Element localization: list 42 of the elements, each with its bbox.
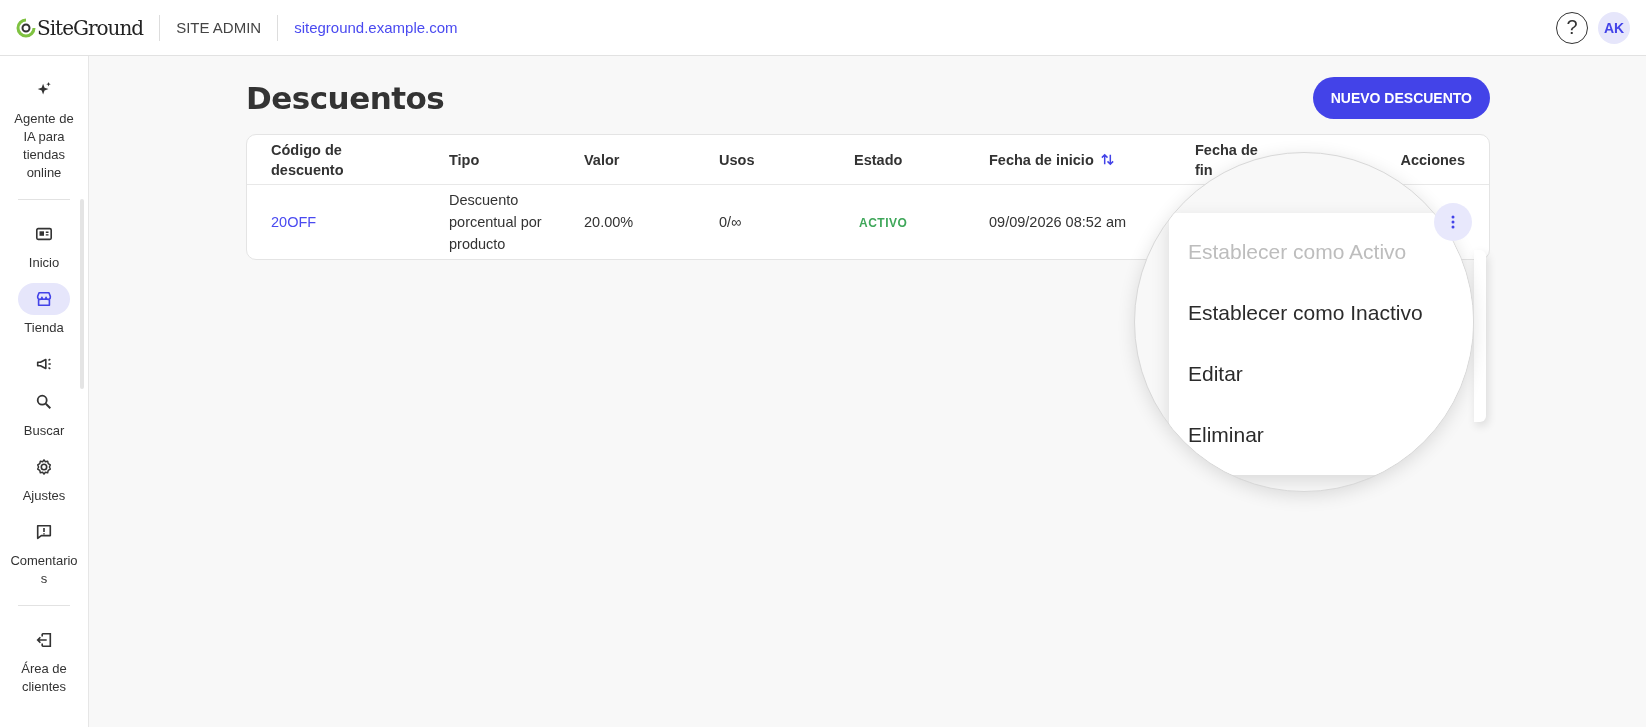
table-cell-text: Descuento porcentual por producto	[449, 191, 543, 254]
discount-code-link[interactable]: 20OFF	[271, 214, 317, 230]
status-label: ACTIVO	[859, 215, 908, 230]
sidebar-item[interactable]	[18, 283, 70, 315]
column-header: Estado	[854, 150, 903, 170]
settings-icon	[35, 458, 53, 476]
column-header[interactable]: Fecha de inicio	[989, 149, 1094, 170]
section-title: SITE ADMIN	[176, 19, 262, 36]
site-link[interactable]: siteground.example.com	[294, 19, 458, 36]
menu-item[interactable]: Eliminar	[1188, 404, 1264, 465]
avatar-button[interactable]: AK	[1598, 11, 1630, 44]
column-header: Código de descuento	[271, 140, 345, 180]
feedback-icon	[35, 523, 53, 541]
table-cell-text: 0/∞	[719, 213, 742, 232]
logo-icon	[16, 17, 36, 38]
column-header: Valor	[584, 150, 620, 170]
help-button[interactable]: ?	[1556, 11, 1588, 44]
sidebar-label[interactable]: Buscar	[23, 422, 65, 440]
page-title: Descuentos	[246, 80, 445, 116]
table-cell-text: 20.00%	[584, 213, 634, 232]
search-icon	[35, 393, 53, 411]
new-discount-button[interactable]: NUEVO DESCUENTO	[1312, 77, 1490, 119]
column-header: Tipo	[449, 150, 480, 170]
column-header: Acciones	[1400, 150, 1465, 170]
menu-item: Establecer como Activo	[1188, 239, 1407, 265]
store-icon	[35, 290, 53, 308]
menu-item[interactable]: Editar	[1188, 343, 1243, 404]
menu-item[interactable]: Establecer como Inactivo	[1188, 282, 1423, 343]
sidebar-label[interactable]: Agente de IA para tiendas online	[9, 110, 79, 182]
sidebar-label[interactable]: Inicio	[28, 254, 60, 272]
sidebar-label[interactable]: Comentarios	[9, 552, 79, 588]
kebab-icon	[1451, 215, 1455, 229]
sidebar-label[interactable]: Área de clientes	[9, 660, 79, 696]
logo-text[interactable]: SiteGround	[37, 15, 144, 40]
column-header: Usos	[719, 150, 755, 170]
column-header: Fecha de fin	[1195, 140, 1259, 180]
table-cell-text: 09/09/2026 08:52 am	[989, 213, 1127, 232]
card-icon	[35, 225, 53, 243]
sidebar-label[interactable]: Tienda	[24, 319, 64, 337]
sort-icon[interactable]	[1099, 152, 1115, 167]
exit-icon	[35, 631, 53, 649]
sidebar-label[interactable]: Ajustes	[22, 487, 66, 505]
